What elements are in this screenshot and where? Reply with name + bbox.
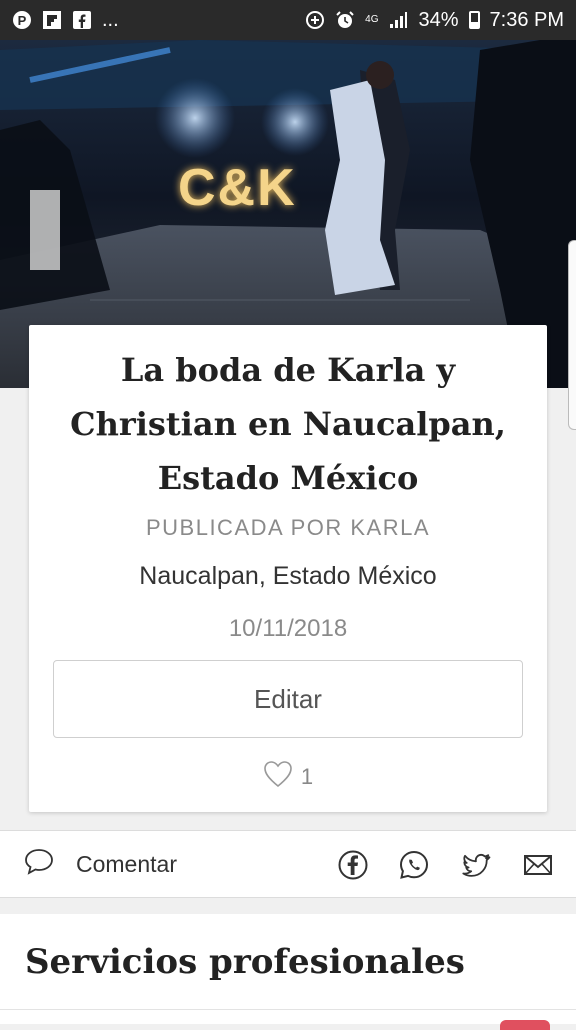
status-bar-right: 4G 34% 7:36 PM bbox=[305, 9, 564, 32]
signal-icon bbox=[388, 10, 408, 30]
comment-button[interactable]: Comentar bbox=[24, 847, 177, 881]
battery-icon bbox=[468, 11, 480, 29]
comment-label: Comentar bbox=[76, 850, 177, 877]
status-bar-left: P ... bbox=[12, 9, 119, 32]
notification-badge[interactable] bbox=[500, 1020, 550, 1030]
marquee-letters-sign: C&K bbox=[178, 159, 297, 217]
clock: 7:36 PM bbox=[489, 8, 564, 31]
likes[interactable]: 1 bbox=[29, 760, 547, 794]
edit-button[interactable]: Editar bbox=[53, 660, 523, 738]
post-title: La boda de Karla y Christian en Naucalpa… bbox=[70, 351, 506, 497]
status-bar: P ... 4G 34% 7:36 PM bbox=[0, 0, 576, 40]
battery-percent: 34% bbox=[418, 8, 459, 31]
comment-icon bbox=[24, 847, 54, 881]
facebook-icon[interactable] bbox=[337, 849, 369, 881]
data-saver-icon bbox=[305, 10, 325, 30]
network-type: 4G bbox=[365, 14, 379, 25]
likes-count: 1 bbox=[300, 764, 314, 789]
facebook-notification-icon bbox=[72, 10, 92, 30]
heart-icon[interactable] bbox=[263, 760, 293, 794]
email-icon[interactable] bbox=[522, 849, 554, 881]
more-notifications-indicator: ... bbox=[102, 8, 119, 31]
scroll-handle[interactable] bbox=[568, 240, 576, 430]
action-bar: Comentar bbox=[0, 830, 576, 898]
whatsapp-icon[interactable] bbox=[398, 849, 430, 881]
svg-text:P: P bbox=[18, 13, 27, 28]
post-date: 10/11/2018 bbox=[228, 615, 348, 642]
section-title: Servicios profesionales bbox=[25, 942, 465, 982]
post-location: Naucalpan, Estado México bbox=[139, 562, 437, 590]
post-card: La boda de Karla y Christian en Naucalpa… bbox=[29, 325, 547, 812]
flipboard-icon bbox=[42, 10, 62, 30]
professional-services-section: Servicios profesionales bbox=[0, 914, 576, 1030]
section-divider bbox=[0, 1009, 576, 1010]
pinterest-icon: P bbox=[12, 10, 32, 30]
published-by: PUBLICADA POR KARLA bbox=[145, 515, 431, 540]
alarm-icon bbox=[335, 10, 355, 30]
twitter-icon[interactable] bbox=[460, 849, 492, 881]
